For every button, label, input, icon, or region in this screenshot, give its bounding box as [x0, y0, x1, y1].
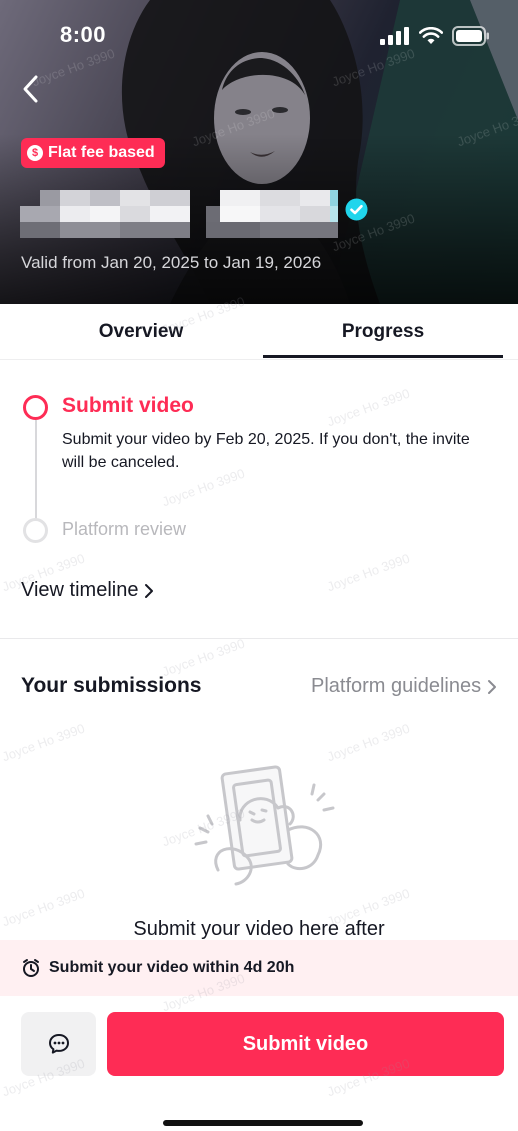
fee-type-label: Flat fee based [48, 144, 155, 161]
chevron-right-icon [145, 583, 154, 598]
status-bar: 8:00 [0, 0, 518, 70]
view-timeline-link[interactable]: View timeline [21, 579, 154, 602]
watermark: Joyce Ho 3990 [160, 635, 247, 680]
next-step-indicator [23, 518, 48, 543]
watermark: Joyce Ho 3990 [325, 720, 412, 765]
dollar-icon: $ [27, 145, 43, 161]
submissions-title: Your submissions [21, 674, 202, 697]
chat-bubble-icon [48, 1034, 69, 1054]
signal-icon [380, 27, 409, 45]
message-button[interactable] [21, 1012, 96, 1076]
home-indicator [163, 1120, 363, 1126]
platform-guidelines-link[interactable]: Platform guidelines [311, 675, 497, 698]
timer-icon [23, 959, 39, 977]
watermark: Joyce Ho 3990 [325, 385, 412, 430]
tab-progress[interactable]: Progress [263, 304, 503, 360]
current-step-title: Submit video [62, 394, 194, 417]
next-step-title: Platform review [62, 519, 187, 539]
status-time: 8:00 [60, 22, 107, 47]
campaign-header: Joyce Ho 3990 Joyce Ho 3990 Joyce Ho 399… [0, 0, 518, 304]
deadline-text: Submit your video within 4d 20h [49, 959, 295, 976]
view-timeline-label: View timeline [21, 579, 139, 601]
back-button[interactable] [14, 72, 46, 106]
current-step-indicator [23, 395, 48, 420]
battery-icon [452, 26, 489, 46]
pixelated-campaign-name [0, 188, 340, 238]
current-step-description: Submit your video by Feb 20, 2025. If yo… [62, 431, 470, 471]
status-icons [380, 26, 490, 46]
tab-bar: Overview Progress [0, 304, 518, 360]
wifi-icon [419, 27, 443, 44]
chevron-right-icon [488, 679, 497, 694]
deadline-banner: Submit your video within 4d 20h [0, 940, 518, 996]
selected-tab-indicator [263, 355, 503, 358]
validity-period: Valid from Jan 20, 2025 to Jan 19, 2026 [21, 253, 322, 272]
tab-overview[interactable]: Overview [21, 304, 261, 360]
step-connector [35, 420, 37, 520]
watermark: Joyce Ho 3990 [325, 550, 412, 595]
chevron-left-icon [23, 75, 38, 103]
verified-icon [345, 198, 368, 221]
platform-guidelines-label: Platform guidelines [311, 675, 482, 697]
submit-video-button[interactable]: Submit video [107, 1012, 504, 1076]
watermark: Joyce Ho 3990 [0, 720, 87, 765]
fee-type-badge: $ Flat fee based [21, 138, 165, 168]
empty-submissions-text: Submit your video here after [133, 918, 385, 940]
section-divider [0, 638, 518, 639]
empty-submissions-illustration [194, 765, 335, 886]
